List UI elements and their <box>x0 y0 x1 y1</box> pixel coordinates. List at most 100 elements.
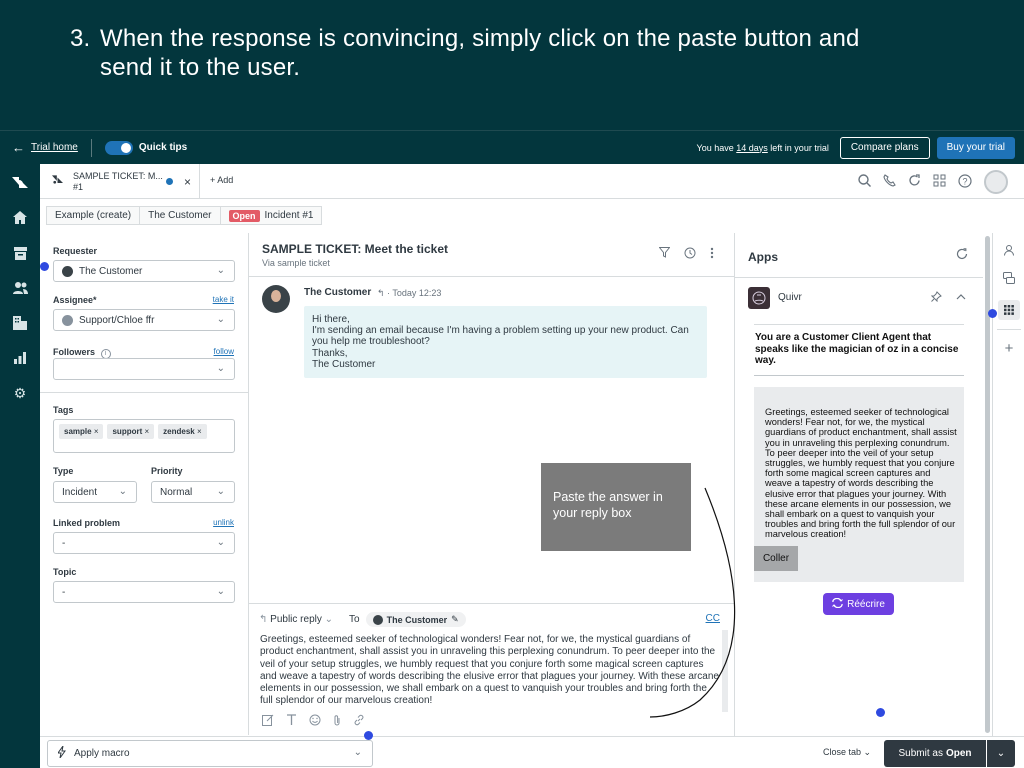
ticket-properties-panel: Requester The Customer ⌄ Assignee* take … <box>40 233 249 735</box>
divider <box>40 392 248 393</box>
phone-icon[interactable] <box>883 174 896 190</box>
tag-chip[interactable]: sample × <box>59 424 104 439</box>
reply-mode-selector[interactable]: ↰ Public reply ⌄ <box>259 614 333 625</box>
lightning-icon <box>57 745 66 761</box>
pin-icon[interactable] <box>930 291 942 305</box>
breadcrumb-ticket[interactable]: Open Incident #1 <box>220 206 323 225</box>
trial-bar: ← Trial home Quick tips You have 14 days… <box>0 130 1024 164</box>
link-icon[interactable] <box>353 714 365 729</box>
quivr-logo-icon <box>748 287 770 309</box>
add-tab-button[interactable]: + Add <box>210 175 233 185</box>
edit-icon[interactable]: ✎ <box>451 614 459 625</box>
topic-label: Topic <box>53 567 77 577</box>
rewrite-button[interactable]: Réécrire <box>823 593 894 615</box>
reply-arrow-icon: ↰ <box>259 614 268 625</box>
highlight-dot <box>364 731 373 740</box>
type-value: Incident <box>62 486 98 498</box>
search-icon[interactable] <box>858 174 871 190</box>
reporting-icon[interactable] <box>11 349 29 367</box>
recipient-pill[interactable]: The Customer ✎ <box>365 612 466 627</box>
highlight-dot <box>876 708 885 717</box>
refresh-icon[interactable] <box>908 174 921 190</box>
highlight-dot <box>988 309 997 318</box>
organizations-icon[interactable] <box>11 314 29 332</box>
breadcrumb-organization[interactable]: Example (create) <box>46 206 141 225</box>
close-tab-icon[interactable]: × <box>184 175 191 189</box>
reply-textarea[interactable]: Greetings, esteemed seeker of technologi… <box>260 634 720 708</box>
rewrite-icon <box>832 597 843 611</box>
divider <box>997 329 1021 330</box>
take-it-link[interactable]: take it <box>213 295 234 304</box>
tab-title: SAMPLE TICKET: M... <box>73 171 163 181</box>
tags-field[interactable]: sample × support × zendesk × <box>53 419 235 453</box>
chevron-down-icon: ⌄ <box>996 748 1006 759</box>
requester-select[interactable]: The Customer ⌄ <box>53 260 235 282</box>
assignee-select[interactable]: Support/Chloe ffr ⌄ <box>53 309 235 331</box>
chevron-down-icon: ⌄ <box>216 363 225 374</box>
trial-home-label[interactable]: Trial home <box>31 142 78 153</box>
follow-link[interactable]: follow <box>214 347 234 356</box>
submit-options-button[interactable]: ⌄ <box>987 740 1015 767</box>
left-navigation: ⚙ <box>0 164 40 768</box>
apps-grid-icon[interactable] <box>933 174 946 190</box>
assignee-label: Assignee* <box>53 295 97 305</box>
close-tab-button[interactable]: Close tab ⌄ <box>823 747 871 758</box>
refresh-icon[interactable] <box>956 248 968 263</box>
reply-toolbar <box>262 714 365 729</box>
user-profile-icon[interactable] <box>1002 243 1016 257</box>
home-icon[interactable] <box>11 208 29 226</box>
priority-value: Normal <box>160 486 193 498</box>
to-label: To <box>349 614 360 625</box>
text-format-icon[interactable] <box>286 714 297 729</box>
tag-label: support <box>112 427 143 436</box>
priority-label: Priority <box>151 466 183 476</box>
settings-gear-icon[interactable]: ⚙ <box>11 384 29 402</box>
zendesk-logo-icon[interactable] <box>11 174 29 192</box>
linked-problem-select[interactable]: - ⌄ <box>53 532 235 554</box>
conversations-icon[interactable] <box>1002 271 1016 285</box>
divider <box>249 276 734 277</box>
chevron-down-icon: ⌄ <box>216 486 225 497</box>
remove-tag-icon[interactable]: × <box>197 427 202 436</box>
topic-select[interactable]: - ⌄ <box>53 581 235 603</box>
tag-chip[interactable]: zendesk × <box>158 424 207 439</box>
quick-tips-toggle[interactable] <box>104 140 133 155</box>
reply-scrollbar[interactable] <box>722 630 728 712</box>
paste-button[interactable]: Coller <box>754 546 798 571</box>
unlink-link[interactable]: unlink <box>213 518 234 527</box>
remove-tag-icon[interactable]: × <box>145 427 150 436</box>
history-icon[interactable] <box>684 247 696 262</box>
breadcrumb-requester[interactable]: The Customer <box>140 206 221 225</box>
compare-plans-button[interactable]: Compare plans <box>839 136 930 159</box>
emoji-icon[interactable] <box>309 714 321 729</box>
more-options-icon[interactable] <box>710 247 714 262</box>
arrow-left-icon: ← <box>12 140 25 155</box>
customers-icon[interactable] <box>11 279 29 297</box>
close-tab-label: Close tab <box>823 747 862 757</box>
priority-select[interactable]: Normal ⌄ <box>151 481 235 503</box>
workspace-topbar: SAMPLE TICKET: M... #1 × + Add ? <box>40 164 1024 199</box>
tag-chip[interactable]: support × <box>107 424 155 439</box>
cc-link[interactable]: CC <box>706 613 720 624</box>
trial-prefix: You have <box>696 142 734 153</box>
chevron-up-icon[interactable] <box>956 291 966 305</box>
attachment-icon[interactable] <box>333 714 341 729</box>
add-app-icon[interactable]: + <box>1002 340 1016 357</box>
apply-macro-select[interactable]: Apply macro ⌄ <box>47 740 373 767</box>
filter-icon[interactable] <box>658 247 671 262</box>
submit-button[interactable]: Submit as Open <box>884 740 986 767</box>
apps-grid-icon[interactable] <box>1002 303 1016 317</box>
type-select[interactable]: Incident ⌄ <box>53 481 137 503</box>
views-icon[interactable] <box>11 244 29 262</box>
help-icon[interactable]: ? <box>958 173 972 191</box>
topic-value: - <box>62 586 66 598</box>
user-avatar[interactable] <box>984 170 1008 194</box>
buy-trial-button[interactable]: Buy your trial <box>936 136 1015 159</box>
trial-home-link[interactable]: ← Trial home <box>12 140 78 155</box>
answer-text: Greetings, esteemed seeker of technologi… <box>765 407 957 540</box>
divider <box>90 138 92 157</box>
remove-tag-icon[interactable]: × <box>94 427 99 436</box>
followers-select[interactable]: ⌄ <box>53 358 235 380</box>
compose-icon[interactable] <box>262 714 274 729</box>
ticket-tab[interactable]: SAMPLE TICKET: M... #1 × <box>40 164 200 199</box>
